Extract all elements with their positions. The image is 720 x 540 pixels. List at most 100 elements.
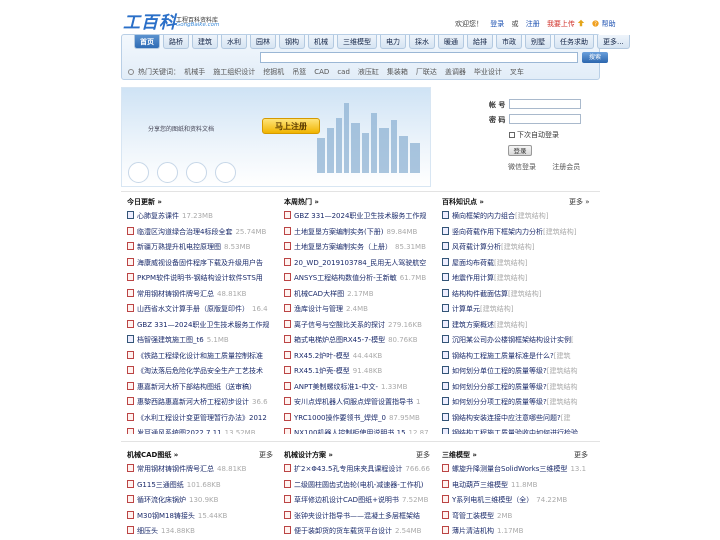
hot-keyword-link[interactable]: 毕业设计 — [474, 68, 502, 76]
list-item[interactable]: 如何划分单位工程的质量等级?[建筑结构 — [442, 364, 588, 380]
item-title[interactable]: NX100机器人控制柜使用说明书.15 — [294, 429, 406, 434]
list-item[interactable]: 钢结构工程施工质量标准是什么?[建筑 — [442, 349, 588, 365]
list-item[interactable]: 草坪修边机设计CAD图纸+说明书 7.52MB — [284, 493, 430, 509]
checkbox-icon[interactable] — [509, 132, 515, 138]
list-item[interactable]: 横向框架的内力组合[建筑结构] — [442, 209, 588, 225]
remember-checkbox[interactable]: 下次自动登录 — [509, 130, 559, 140]
compass-icon[interactable] — [128, 162, 149, 183]
list-item[interactable]: 钢结构工程施工质量验收中如何进行检验 — [442, 426, 588, 434]
list-item[interactable]: 建筑方案概述[建筑结构] — [442, 318, 588, 334]
nav-item[interactable]: 水利 — [221, 35, 247, 49]
item-title[interactable]: 常用钢材铸钢件牌号汇总 — [137, 290, 214, 298]
list-item[interactable]: 发耳通风系统图2022.7.11 13.52MB — [127, 426, 273, 434]
nav-item[interactable]: 建筑 — [192, 35, 218, 49]
item-title[interactable]: 张钟夹设计指导书——混凝土多层框架结 — [294, 512, 420, 520]
list-item[interactable]: PKPM软件说明书-钢结构设计软件STS用 — [127, 271, 273, 287]
list-item[interactable]: 电动葫芦三维模型 11.8MB — [442, 478, 588, 494]
account-input[interactable] — [509, 99, 581, 109]
item-title[interactable]: 地震作用计算 — [452, 274, 494, 282]
list-item[interactable]: 临澧区沟道绿合治理4标段全套 25.74MB — [127, 225, 273, 241]
item-title[interactable]: 常用钢材铸钢件牌号汇总 — [137, 465, 214, 473]
list-item[interactable]: 计算单元[建筑结构] — [442, 302, 588, 318]
nav-item[interactable]: 三维模型 — [337, 35, 377, 49]
today-section-title[interactable]: 今日更新 » — [127, 197, 162, 207]
search-input[interactable] — [260, 52, 578, 63]
list-item[interactable]: 细压头 134.88KB — [127, 524, 273, 540]
item-title[interactable]: 发耳通风系统图2022.7.11 — [137, 429, 222, 434]
item-title[interactable]: 20_WD_2019103784_民用无人驾驶航空 — [294, 259, 426, 267]
list-item[interactable]: 土地复垦方案编制实务(下册) 89.84MB — [284, 225, 430, 241]
blueprint-icon[interactable] — [157, 162, 178, 183]
list-item[interactable]: 张钟夹设计指导书——混凝土多层框架结 — [284, 509, 430, 525]
list-item[interactable]: ANPT美制螺纹标准1-中文- 1.33MB — [284, 380, 430, 396]
list-item[interactable]: 海康威视设备固件程序下载及升级用户告 — [127, 256, 273, 272]
item-title[interactable]: 临澧区沟道绿合治理4标段全套 — [137, 228, 232, 236]
list-item[interactable]: 《水利工程设计变更管理暂行办法》2012 — [127, 411, 273, 427]
item-title[interactable]: 心肺复苏课件 — [137, 212, 179, 220]
design-more-link[interactable]: 更多 — [416, 450, 430, 460]
hot-keyword-link[interactable]: 施工组织设计 — [213, 68, 255, 76]
cad-more-link[interactable]: 更多 — [259, 450, 273, 460]
item-title[interactable]: 机械CAD大样图 — [294, 290, 344, 298]
item-title[interactable]: 沉阳某公司办公楼钢框架结构设计实例 — [452, 336, 571, 344]
login-button[interactable]: 登录 — [508, 145, 532, 156]
list-item[interactable]: 《淘汰落后危险化学品安全生产工艺技术 — [127, 364, 273, 380]
item-title[interactable]: 土地复垦方案编制实务(下册) — [294, 228, 383, 236]
item-title[interactable]: 细压头 — [137, 527, 158, 535]
item-title[interactable]: 如何划分分部工程的质量等级? — [452, 383, 547, 391]
hot-keyword-link[interactable]: 集装箱 — [387, 68, 408, 76]
nav-item[interactable]: 机械 — [308, 35, 334, 49]
item-title[interactable]: 电动葫芦三维模型 — [452, 481, 508, 489]
nav-item[interactable]: 别墅 — [525, 35, 551, 49]
search-button[interactable]: 搜索 — [582, 52, 608, 63]
item-title[interactable]: 《淘汰落后危险化学品安全生产工艺技术 — [137, 367, 263, 375]
list-item[interactable]: 档智强建筑施工图_t6 5.1MB — [127, 333, 273, 349]
hot-keyword-link[interactable]: 机械手 — [184, 68, 205, 76]
item-title[interactable]: 渔库设计与管理 — [294, 305, 343, 313]
item-title[interactable]: Y系列电机三维模型（全） — [452, 496, 533, 504]
list-item[interactable]: 20_WD_2019103784_民用无人驾驶航空 — [284, 256, 430, 272]
nav-item[interactable]: 任务求助 — [554, 35, 594, 49]
list-item[interactable]: ANSYS工程结构数值分析-王新敏 61.7MB — [284, 271, 430, 287]
hot-keyword-link[interactable]: 挖掘机 — [263, 68, 284, 76]
list-item[interactable]: 弯管工装模型 2MB — [442, 509, 588, 525]
users-icon[interactable] — [215, 162, 236, 183]
list-item[interactable]: 渔库设计与管理 2.4MB — [284, 302, 430, 318]
help-link[interactable]: 帮助 — [602, 20, 616, 28]
item-title[interactable]: 如何划分单位工程的质量等级? — [452, 367, 547, 375]
item-title[interactable]: 《铁路工程绿化设计和施工质量控制标准 — [137, 352, 263, 360]
item-title[interactable]: YRC1000操作要领书_焊焊_0 — [294, 414, 386, 422]
list-item[interactable]: 竖向荷载作用下框架内力分析[建筑结构] — [442, 225, 588, 241]
list-item[interactable]: 如何划分分部工程的质量等级?[建筑结构 — [442, 380, 588, 396]
document-icon[interactable] — [186, 162, 207, 183]
nav-item[interactable]: 採水 — [409, 35, 435, 49]
item-title[interactable]: 草坪修边机设计CAD图纸+说明书 — [294, 496, 399, 504]
list-item[interactable]: 二级圆柱圆齿式齿轮(电机-减速器-工作机) — [284, 478, 430, 494]
nav-item[interactable]: 园林 — [250, 35, 276, 49]
item-title[interactable]: M30钢M18铸接头 — [137, 512, 195, 520]
item-title[interactable]: 惠黎西路惠嘉新河大桥工程初步设计 — [137, 398, 249, 406]
list-item[interactable]: G115三通图纸 101.68KB — [127, 478, 273, 494]
nav-item[interactable]: 給排 — [467, 35, 493, 49]
hot-keyword-link[interactable]: 吊篮 — [292, 68, 306, 76]
item-title[interactable]: 竖向荷载作用下框架内力分析 — [452, 228, 543, 236]
upload-link[interactable]: 我要上传 — [547, 19, 587, 28]
model-section-title[interactable]: 三维模型 » — [442, 450, 477, 460]
item-title[interactable]: RX45.2炉叶-模型 — [294, 352, 350, 360]
list-item[interactable]: 屋面均布荷载[建筑结构] — [442, 256, 588, 272]
item-title[interactable]: 便于装卸货的货车载货平台设计 — [294, 527, 392, 535]
item-title[interactable]: 横向框架的内力组合 — [452, 212, 515, 220]
design-section-title[interactable]: 机械设计方案 » — [284, 450, 333, 460]
hot-keyword-link[interactable]: 叉车 — [510, 68, 524, 76]
list-item[interactable]: 离子信号与空酸比关系的探讨 279.16KB — [284, 318, 430, 334]
item-title[interactable]: 钢结构工程施工质量验收中如何进行检验 — [452, 429, 578, 434]
item-title[interactable]: GBZ 331—2024职业卫生技术服务工作规 — [294, 212, 426, 220]
list-item[interactable]: YRC1000操作要领书_焊焊_0 87.95MB — [284, 411, 430, 427]
wechat-login-link[interactable]: 微信登录 — [508, 163, 536, 171]
item-title[interactable]: 二级圆柱圆齿式齿轮(电机-减速器-工作机) — [294, 481, 424, 489]
nav-item[interactable]: 市政 — [496, 35, 522, 49]
wiki-section-title[interactable]: 百科知识点 » — [442, 197, 484, 207]
list-item[interactable]: 常用钢材铸钢件牌号汇总 48.81KB — [127, 287, 273, 303]
list-item[interactable]: 心肺复苏课件 17.23MB — [127, 209, 273, 225]
list-item[interactable]: 箱式电梯炉总图RX45-7-模型 80.76KB — [284, 333, 430, 349]
